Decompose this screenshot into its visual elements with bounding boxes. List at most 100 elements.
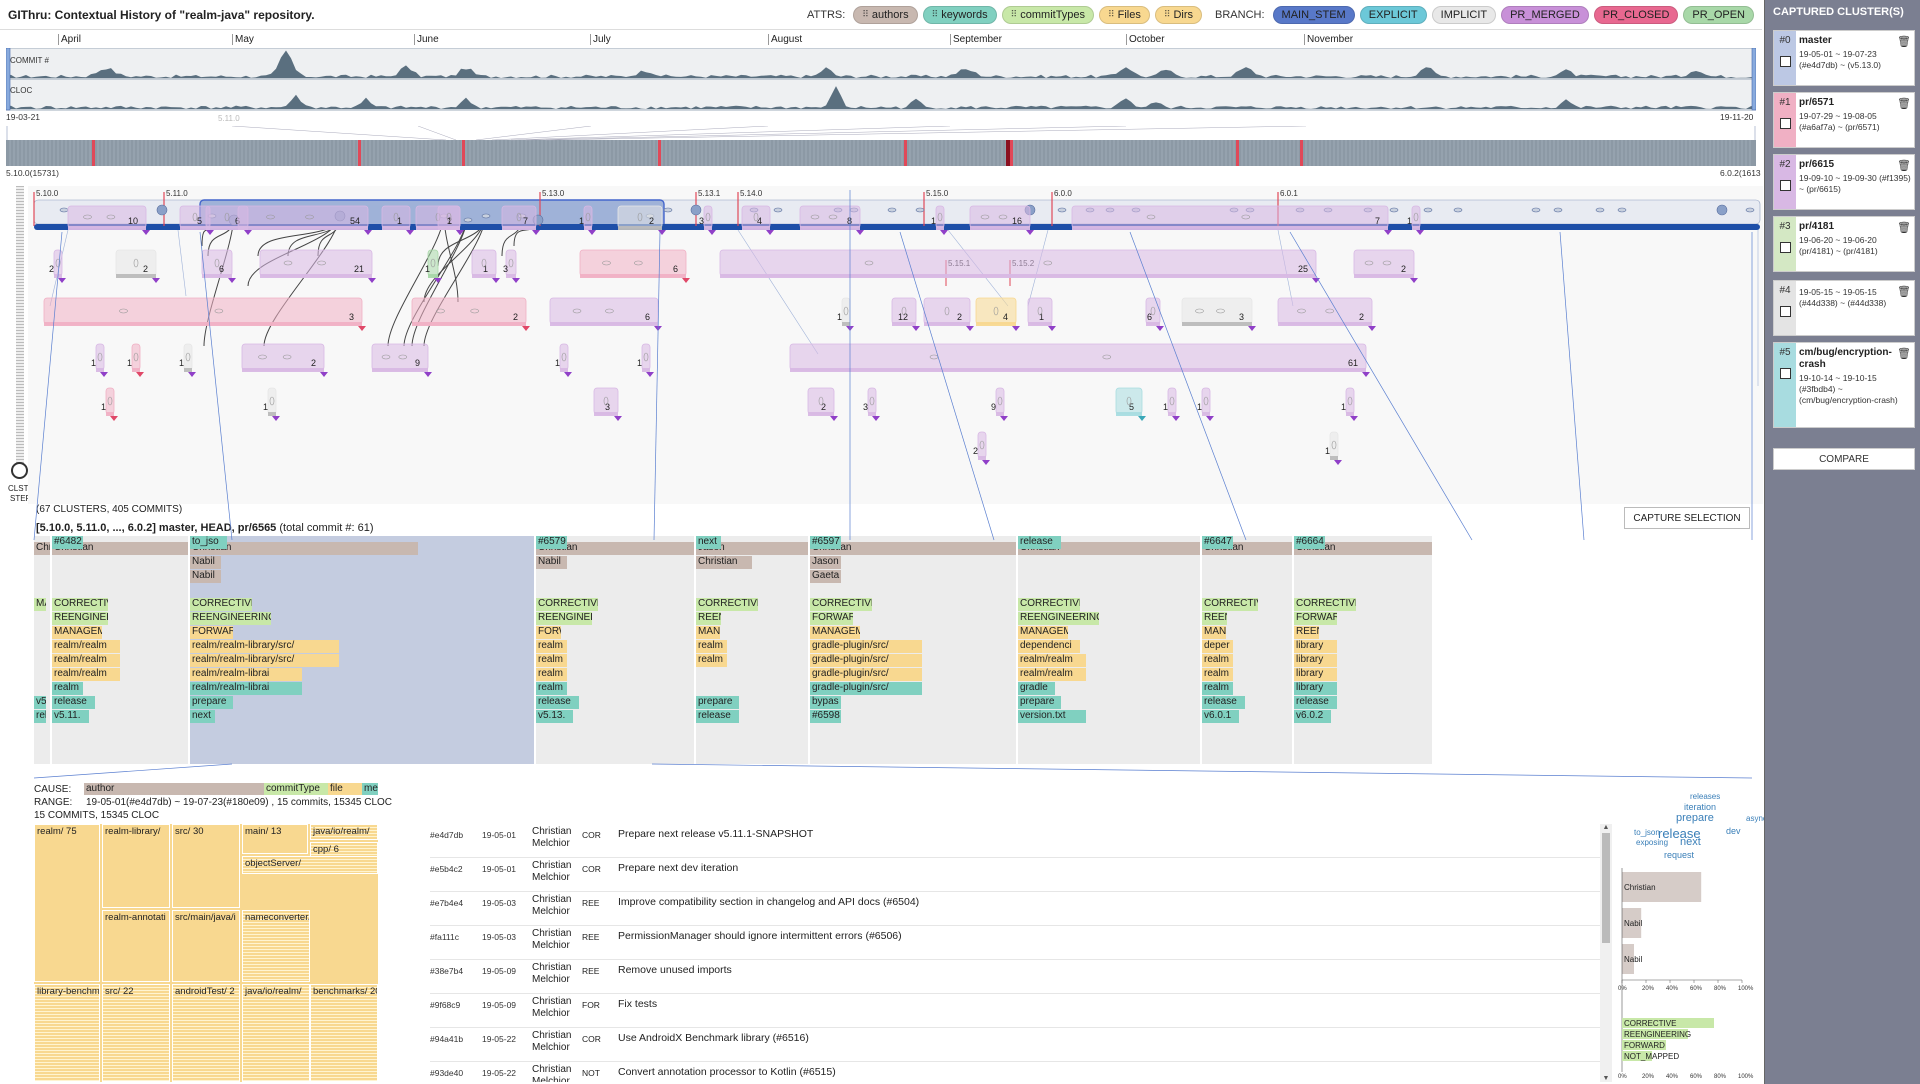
temporal-overview[interactable]: April May June July August September October No… <box>6 34 1761 178</box>
cluster-checkbox[interactable] <box>1779 118 1791 129</box>
scroll-thumb[interactable] <box>1602 833 1610 943</box>
captured-cluster-card[interactable]: #2 pr/6615 19-09-10 ~ 19-09-30 (#f1395) ~ … <box>1773 154 1915 210</box>
summary-column[interactable]: Chris MAN v5.10relea <box>34 536 50 764</box>
summary-column[interactable]: ChristianCORRECTIVREENGINEEMANAGEMIrealm… <box>52 536 188 764</box>
svg-text:6: 6 <box>219 264 224 274</box>
scroll-down-arrow[interactable]: ▼ <box>1600 1075 1612 1082</box>
branch-explicit-toggle[interactable]: EXPLICIT <box>1359 5 1427 24</box>
commit-type: REE <box>582 932 600 942</box>
commit-author: Christian Melchior <box>532 826 572 849</box>
keyword-word: request <box>1664 850 1695 860</box>
summary-column[interactable]: ChristianCORRECTIVEREENGINEERINGMANAGEMI… <box>1018 536 1200 764</box>
cause-bar[interactable]: author commitType file me <box>84 783 378 795</box>
summary-column[interactable]: JasonChristianCORRECTIVEREENMANrealmreal… <box>696 536 808 764</box>
clusters-count: (67 CLUSTERS, 405 COMMITS) <box>36 504 183 515</box>
branch-main-stem-toggle[interactable]: MAIN_STEM <box>1272 5 1355 24</box>
cluster-body: master 19-05-01 ~ 19-07-23 (#e4d7db) ~ (v… <box>1796 31 1914 85</box>
trash-icon[interactable]: 🗑 <box>1897 159 1911 172</box>
cluster-checkbox[interactable] <box>1779 180 1791 191</box>
cluster-name: pr/6571 <box>1799 97 1835 108</box>
commit-author: Christian Melchior <box>532 996 572 1019</box>
attr-committypes-toggle[interactable]: ⠿ commitTypes <box>1001 5 1095 24</box>
svg-text:2: 2 <box>311 358 316 368</box>
slider-thumb[interactable] <box>11 462 28 479</box>
commit-row[interactable]: #94a41b 19-05-22 Christian Melchior COR Use … <box>430 1028 1600 1062</box>
branch-implicit-toggle[interactable]: IMPLICIT <box>1431 5 1497 24</box>
summary-column[interactable]: ChristianCORRECTIVREENMANdeperrealmrealm… <box>1202 536 1292 764</box>
cluster-checkbox[interactable] <box>1779 306 1791 317</box>
compare-button[interactable]: COMPARE <box>1773 448 1915 470</box>
cluster-checkbox[interactable] <box>1779 368 1791 379</box>
branch-label: BRANCH: <box>1215 8 1265 21</box>
scroll-up-arrow[interactable]: ▲ <box>1600 824 1612 831</box>
cluster-summary-grid[interactable]: ChrisMANv5.10releaChristianCORRECTIVREEN… <box>34 536 1752 764</box>
bar-tick-label: 20% <box>1642 1074 1655 1080</box>
captured-cluster-card[interactable]: #5 cm/bug/encryption-crash 19-10-14 ~ 19-1… <box>1773 342 1915 428</box>
cluster-checkbox[interactable] <box>1779 242 1791 253</box>
summary-item: realm <box>536 654 567 667</box>
trash-icon[interactable]: 🗑 <box>1897 97 1911 110</box>
cluster-checkbox[interactable] <box>1779 56 1791 67</box>
captured-cluster-card[interactable]: #3 pr/4181 19-06-20 ~ 19-06-20 (pr/4181) ~… <box>1773 216 1915 272</box>
summary-item: FORWARD <box>1294 612 1338 625</box>
bar-tick-label: 40% <box>1666 1074 1679 1080</box>
slider-track[interactable] <box>16 186 24 466</box>
trash-icon[interactable]: 🗑 <box>1897 221 1911 234</box>
summary-item: FORW <box>536 626 561 639</box>
summary-item: realm/realm <box>1018 668 1087 681</box>
author-type-barchart[interactable]: Christian Nabil Nabil 0% 20% 40% 60% 80% 100% COR… <box>1616 866 1762 1082</box>
commit-row[interactable]: #e7b4e4 19-05-03 Christian Melchior REE Impr… <box>430 892 1600 926</box>
summary-column[interactable]: ChristianCORRECTIVEFORWARDREENlibrarylib… <box>1294 536 1432 764</box>
cluster-body: 19-05-15 ~ 19-05-15 (#44d338) ~ (#44d338… <box>1796 281 1914 335</box>
attr-files-toggle[interactable]: ⠿ Files <box>1099 5 1150 24</box>
commit-row[interactable]: #fa111c 19-05-03 Christian Melchior REE Perm… <box>430 926 1600 960</box>
trash-icon[interactable]: 🗑 <box>1897 347 1911 360</box>
activity-areas[interactable] <box>6 48 1756 112</box>
summary-item: gradle-plugin/src/ <box>810 668 922 681</box>
captured-clusters-panel: CAPTURED CLUSTER(S) #0 master 19-05-01 ~ 1… <box>1764 0 1920 1084</box>
capture-selection-button[interactable]: CAPTURE SELECTION <box>1624 507 1750 529</box>
captured-cluster-card[interactable]: #1 pr/6571 19-07-29 ~ 19-08-05 (#a6af7a) ~… <box>1773 92 1915 148</box>
app-root: GIThru: Contextual History of "realm-jav… <box>0 0 1920 1084</box>
cluster-graph[interactable]: 5.10.0 5.11.0 5.13.0 5.13.1 5.14.0 5.15.0 6.0.… <box>28 186 1763 504</box>
commit-message: Fix tests <box>618 998 658 1010</box>
summary-item: CORRECTIVE <box>536 598 598 611</box>
cause-committype[interactable]: commitType <box>264 783 328 795</box>
cause-file[interactable]: file <box>328 783 362 795</box>
svg-text:1: 1 <box>425 264 430 274</box>
captured-cluster-card[interactable]: #0 master 19-05-01 ~ 19-07-23 (#e4d7db) ~ … <box>1773 30 1915 86</box>
bar-tick-label: 20% <box>1642 986 1655 992</box>
branch-pr-closed-toggle[interactable]: PR_CLOSED <box>1593 5 1679 24</box>
cluster-name: master <box>1799 35 1832 46</box>
commit-row[interactable]: #e5b4c2 19-05-01 Christian Melchior COR Prep… <box>430 858 1600 892</box>
attr-authors-toggle[interactable]: ⠿ authors <box>853 5 918 24</box>
captured-cluster-card[interactable]: #4 19-05-15 ~ 19-05-15 (#44d338) ~ (#44d3… <box>1773 280 1915 336</box>
commit-row[interactable]: #9f68c9 19-05-09 Christian Melchior FOR Fix … <box>430 994 1600 1028</box>
trash-icon[interactable]: 🗑 <box>1897 35 1911 48</box>
commit-row[interactable]: #93de40 19-05-22 Christian Melchior NOT Conv… <box>430 1062 1600 1082</box>
attr-dirs-toggle[interactable]: ⠿ Dirs <box>1154 5 1203 24</box>
svg-text:54: 54 <box>350 216 360 226</box>
commit-row[interactable]: #e4d7db 19-05-01 Christian Melchior COR Prep… <box>430 824 1600 858</box>
month-label: November <box>1304 34 1353 45</box>
cause-author[interactable]: author <box>84 783 264 795</box>
commit-list[interactable]: #e4d7db 19-05-01 Christian Melchior COR Prep… <box>0 824 1610 1082</box>
svg-text:21: 21 <box>354 264 364 274</box>
branch-pr-merged-toggle[interactable]: PR_MERGED <box>1501 5 1589 24</box>
summary-item: REEN <box>696 612 721 625</box>
trash-icon[interactable]: 🗑 <box>1897 285 1911 298</box>
cause-message[interactable]: me <box>362 783 378 795</box>
keyword-word: iteration <box>1684 802 1717 812</box>
commit-row[interactable]: #38e7b4 19-05-09 Christian Melchior REE Remo… <box>430 960 1600 994</box>
branch-pr-open-toggle[interactable]: PR_OPEN <box>1683 5 1754 24</box>
summary-column[interactable]: ChristianNabilCORRECTIVEREENGINEEFORWrea… <box>536 536 694 764</box>
commit-bar-strip[interactable] <box>6 126 1756 174</box>
bar-tick-label: 0% <box>1618 1074 1627 1080</box>
commit-list-scrollbar[interactable]: ▲ ▼ <box>1600 824 1612 1082</box>
summary-column[interactable]: ChristianJasonGaetaCORRECTIVEFORWARDMANA… <box>810 536 1016 764</box>
summary-item: realm <box>1202 668 1233 681</box>
summary-item: realm <box>696 654 727 667</box>
summary-column[interactable]: ChristianNabilNabilCORRECTIVEREENGINEERI… <box>190 536 534 764</box>
attr-keywords-toggle[interactable]: ⠿ keywords <box>922 5 997 24</box>
author-bar-label: Nabil <box>1624 919 1642 928</box>
